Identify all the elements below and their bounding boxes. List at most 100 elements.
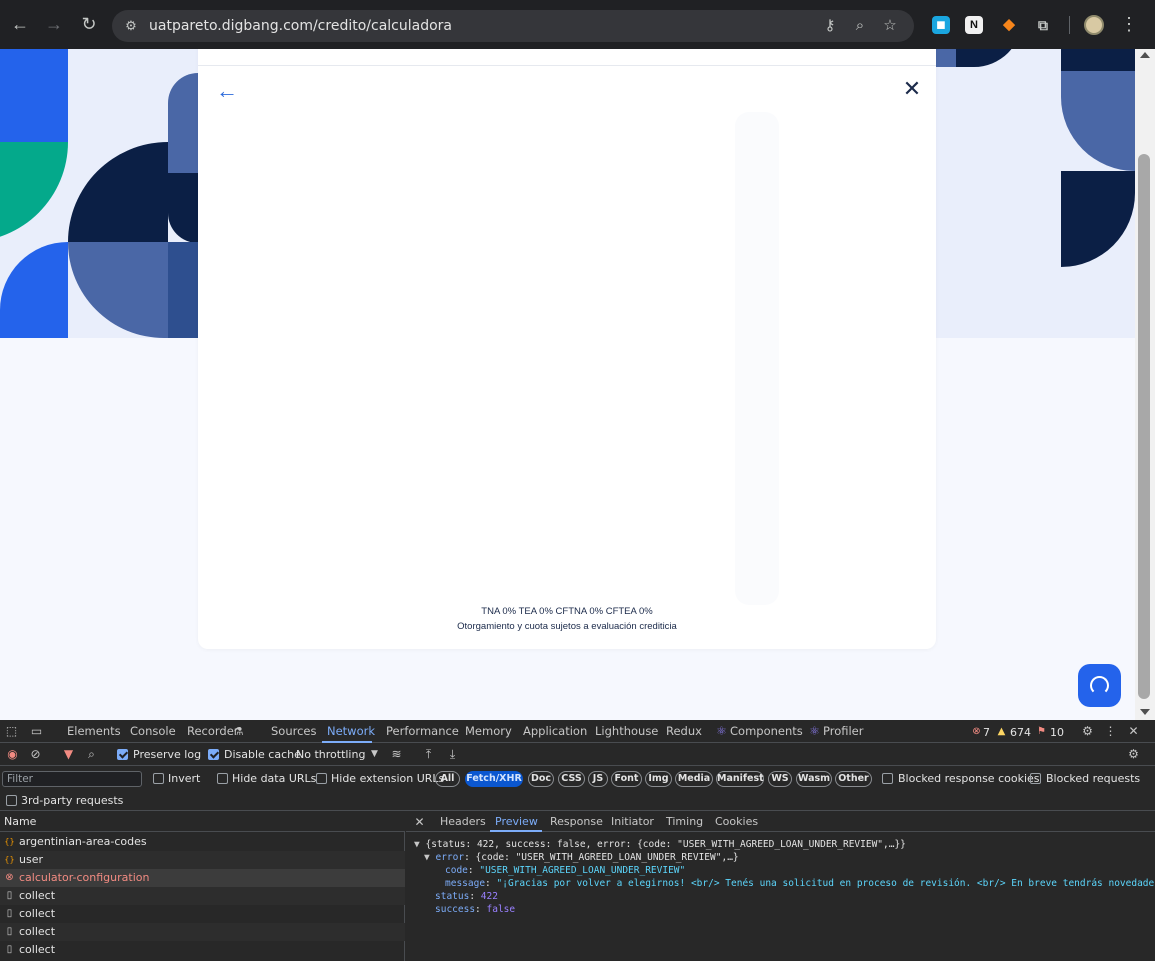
upload-icon[interactable]: ⤒ [421, 747, 436, 762]
close-detail-icon[interactable]: ✕ [412, 815, 427, 830]
tab-timing[interactable]: Timing [666, 815, 703, 828]
document-request-icon: ▯ [6, 926, 13, 937]
error-icon[interactable]: ⊗ [969, 724, 984, 739]
back-arrow-icon[interactable]: ← [8, 12, 32, 36]
invert-checkbox[interactable] [153, 773, 164, 784]
warning-count[interactable]: 674 [1010, 726, 1031, 739]
record-stop-icon[interactable]: ◉ [5, 747, 20, 762]
type-filter-manifest[interactable]: Manifest [716, 771, 764, 787]
tab-application[interactable]: Application [523, 724, 587, 738]
preview-root-line[interactable]: ▼ {status: 422, success: false, error: {… [414, 838, 906, 851]
tab-preview[interactable]: Preview [495, 815, 538, 828]
download-icon[interactable]: ⤓ [445, 747, 460, 762]
request-row[interactable]: {} argentinian-area-codes [0, 833, 405, 851]
type-filter-js[interactable]: JS [588, 771, 608, 787]
blocked-requests-checkbox[interactable] [1030, 773, 1041, 784]
pattern-tile [168, 173, 198, 243]
zoom-icon[interactable]: ⌕ [850, 16, 870, 36]
device-toolbar-icon[interactable]: ▭ [29, 724, 44, 739]
filter-input[interactable]: Filter [2, 771, 142, 787]
filter-funnel-icon[interactable]: ▼ [61, 747, 76, 762]
notion-icon[interactable]: N [965, 16, 983, 34]
support-chat-button[interactable] [1078, 664, 1121, 707]
close-devtools-icon[interactable]: ✕ [1126, 724, 1141, 739]
flask-icon: ⚗ [233, 725, 244, 738]
metamask-icon[interactable]: ◆ [1000, 16, 1018, 34]
reload-icon[interactable]: ↻ [77, 12, 101, 36]
scrollbar-thumb[interactable] [1138, 154, 1150, 699]
key-icon[interactable]: ⚷ [820, 16, 840, 36]
hide-data-urls-checkbox[interactable] [217, 773, 228, 784]
more-options-icon[interactable]: ⋮ [1103, 724, 1118, 739]
type-filter-ws[interactable]: WS [768, 771, 792, 787]
preview-error-line[interactable]: ▼ error: {code: "USER_WITH_AGREED_LOAN_U… [424, 851, 739, 864]
inspect-element-icon[interactable]: ⬚ [4, 724, 19, 739]
tab-elements[interactable]: Elements [67, 724, 121, 738]
scroll-up-icon[interactable] [1140, 52, 1150, 58]
throttling-select[interactable]: No throttling [296, 748, 365, 761]
puzzle-extensions-icon[interactable]: ⧉ [1034, 16, 1052, 34]
network-conditions-icon[interactable]: ≋ [389, 747, 404, 762]
tab-console[interactable]: Console [130, 724, 176, 738]
expand-triangle-icon[interactable]: ▼ [424, 852, 430, 863]
issues-count[interactable]: 10 [1050, 726, 1064, 739]
site-settings-icon[interactable]: ⚙ [122, 17, 140, 35]
network-settings-icon[interactable]: ⚙ [1126, 747, 1141, 762]
settings-gear-icon[interactable]: ⚙ [1080, 724, 1095, 739]
warning-icon[interactable]: ▲ [994, 724, 1009, 739]
tab-cookies[interactable]: Cookies [715, 815, 758, 828]
request-row[interactable]: ⊗ calculator-configuration [0, 869, 405, 887]
page-scrollbar[interactable] [1135, 49, 1155, 720]
request-row[interactable]: ▯ collect [0, 905, 405, 923]
type-filter-wasm[interactable]: Wasm [796, 771, 832, 787]
search-icon[interactable]: ⌕ [84, 747, 99, 762]
third-party-checkbox[interactable] [6, 795, 17, 806]
tab-redux[interactable]: Redux [666, 724, 702, 738]
blocked-response-cookies-checkbox[interactable] [882, 773, 893, 784]
tab-profiler[interactable]: Profiler [823, 724, 864, 738]
tab-sources[interactable]: Sources [271, 724, 317, 738]
error-count[interactable]: 7 [983, 726, 990, 739]
type-filter-img[interactable]: Img [645, 771, 672, 787]
close-icon[interactable]: ✕ [900, 77, 924, 101]
menu-kebab-icon[interactable]: ⋮ [1117, 12, 1141, 36]
tab-response[interactable]: Response [550, 815, 603, 828]
tab-lighthouse[interactable]: Lighthouse [595, 724, 658, 738]
name-column-header[interactable]: Name [4, 815, 36, 828]
expand-triangle-icon[interactable]: ▼ [414, 839, 420, 850]
forward-arrow-icon[interactable]: → [42, 12, 66, 36]
type-filter-other[interactable]: Other [835, 771, 872, 787]
clear-icon[interactable]: ⊘ [28, 747, 43, 762]
issues-icon[interactable]: ⚑ [1034, 724, 1049, 739]
tab-components[interactable]: Components [730, 724, 803, 738]
tab-network[interactable]: Network [327, 724, 375, 738]
request-row[interactable]: ▯ collect [0, 941, 405, 959]
tab-memory[interactable]: Memory [465, 724, 512, 738]
request-row[interactable]: {} user [0, 851, 405, 869]
back-arrow-icon[interactable]: ← [216, 79, 240, 103]
profile-avatar[interactable] [1084, 15, 1104, 35]
type-filter-fetch-xhr[interactable]: Fetch/XHR [465, 771, 523, 787]
type-filter-media[interactable]: Media [675, 771, 713, 787]
react-icon: ⚛ [809, 724, 820, 738]
tab-initiator[interactable]: Initiator [611, 815, 654, 828]
preserve-log-checkbox[interactable] [117, 749, 128, 760]
request-row[interactable]: ▯ collect [0, 923, 405, 941]
devtools-tabbar: ⬚ ▭ Elements Console Recorder ⚗ Sources … [0, 720, 1155, 743]
address-bar[interactable]: ⚙ uatpareto.digbang.com/credito/calculad… [112, 10, 914, 42]
type-filter-css[interactable]: CSS [558, 771, 585, 787]
hide-extension-urls-checkbox[interactable] [316, 773, 327, 784]
request-row[interactable]: ▯ collect [0, 887, 405, 905]
bookmark-star-icon[interactable]: ☆ [880, 16, 900, 36]
url-text[interactable]: uatpareto.digbang.com/credito/calculador… [149, 18, 452, 34]
disable-cache-checkbox[interactable] [208, 749, 219, 760]
scroll-down-icon[interactable] [1140, 709, 1150, 715]
success-key: success [435, 904, 476, 915]
tab-headers[interactable]: Headers [440, 815, 486, 828]
type-filter-all[interactable]: All [435, 771, 460, 787]
type-filter-font[interactable]: Font [611, 771, 642, 787]
chevron-down-icon[interactable]: ▼ [367, 747, 382, 762]
tab-performance[interactable]: Performance [386, 724, 459, 738]
type-filter-doc[interactable]: Doc [528, 771, 554, 787]
extension-blue-icon[interactable]: ◼ [932, 16, 950, 34]
